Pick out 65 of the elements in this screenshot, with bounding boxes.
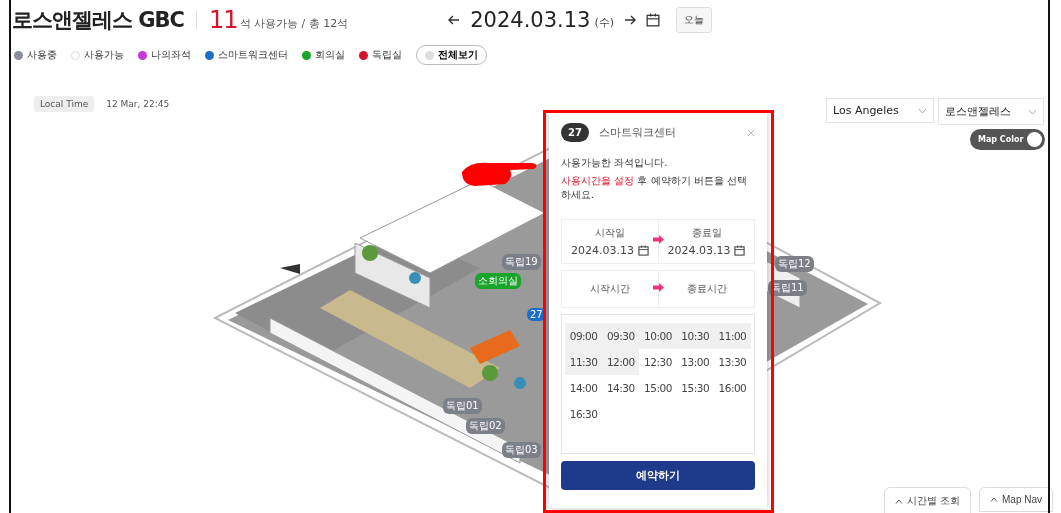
- end-date-label: 종료일: [691, 226, 722, 240]
- time-view-button[interactable]: 시간별 조회: [884, 487, 971, 513]
- local-time-label: Local Time: [34, 96, 95, 112]
- status-message: 사용가능한 좌석입니다.: [561, 156, 669, 170]
- branch-select[interactable]: 로스앤젤레스: [938, 98, 1044, 125]
- current-date: 2024.03.13: [470, 8, 591, 32]
- calendar-icon[interactable]: [638, 245, 649, 256]
- map-label[interactable]: 독립19: [502, 254, 541, 270]
- today-button[interactable]: 오늘: [676, 7, 713, 33]
- page-title: 로스앤젤레스 GBC: [12, 7, 184, 34]
- map-label[interactable]: 독립01: [443, 398, 482, 414]
- end-date[interactable]: 2024.03.13: [667, 244, 731, 257]
- legend-label: 사용가능: [84, 48, 124, 62]
- time-slot[interactable]: 16:30: [565, 401, 603, 427]
- next-arrow-icon[interactable]: [624, 15, 637, 25]
- seat-number: 27: [561, 123, 589, 142]
- pointing-hand-icon: [462, 162, 537, 186]
- legend-label: 독립실: [372, 48, 402, 62]
- time-slot[interactable]: 12:30: [639, 349, 677, 375]
- time-slot[interactable]: 10:00: [639, 323, 677, 349]
- seat-summary: 석 사용가능 / 총 12석: [239, 15, 349, 31]
- calendar-icon[interactable]: [646, 13, 661, 27]
- legend-label: 사용중: [27, 48, 57, 62]
- map-label[interactable]: 독립03: [502, 442, 541, 458]
- show-all-button[interactable]: 전체보기: [416, 45, 487, 65]
- map-label[interactable]: 독립11: [768, 280, 807, 296]
- weekday: (수): [594, 14, 615, 30]
- arrow-icon: [653, 235, 664, 244]
- seat-type: 스마트워크센터: [598, 125, 676, 140]
- caret-up-icon: [895, 498, 903, 504]
- city-select[interactable]: Los Angeles: [826, 98, 934, 123]
- time-slot[interactable]: 14:30: [602, 375, 640, 401]
- time-slot[interactable]: 09:30: [602, 323, 640, 349]
- map-nav-button[interactable]: Map Nav: [979, 487, 1053, 512]
- caret-up-icon: [990, 497, 998, 502]
- end-time-label[interactable]: 종료시간: [686, 282, 727, 296]
- start-date-label: 시작일: [595, 226, 625, 240]
- local-time-value: 12 Mar, 22:45: [106, 99, 170, 109]
- map-color-toggle[interactable]: Map Color: [970, 129, 1046, 150]
- time-slot[interactable]: 15:00: [639, 375, 677, 401]
- start-date[interactable]: 2024.03.13: [571, 244, 634, 257]
- previous-arrow-icon[interactable]: [448, 15, 461, 25]
- time-slot[interactable]: 12:00: [602, 349, 640, 375]
- time-slot[interactable]: 09:00: [565, 323, 603, 349]
- map-label[interactable]: 독립12: [775, 256, 814, 272]
- time-slot[interactable]: 16:00: [713, 375, 751, 401]
- time-slot[interactable]: 13:30: [713, 349, 751, 375]
- instruction-text: 사용시간을 설정 후 예약하기 버튼을 선택하세요.: [561, 174, 748, 201]
- arrow-icon: [653, 283, 664, 292]
- map-label[interactable]: 독립02: [466, 418, 505, 434]
- time-slot[interactable]: 13:00: [676, 349, 714, 375]
- legend-label: 회의실: [315, 48, 345, 62]
- time-slot[interactable]: 15:30: [676, 375, 714, 401]
- available-count: 11: [208, 6, 238, 34]
- time-slot[interactable]: 14:00: [565, 375, 603, 401]
- legend-label: 스마트워크센터: [218, 48, 288, 62]
- chevron-down-icon: [1028, 108, 1037, 115]
- time-slot[interactable]: 10:30: [676, 323, 714, 349]
- reserve-button[interactable]: 예약하기: [561, 461, 755, 490]
- time-slot[interactable]: 11:30: [565, 349, 603, 375]
- time-slot[interactable]: 11:00: [713, 323, 751, 349]
- chevron-down-icon: [918, 107, 927, 114]
- calendar-icon[interactable]: [734, 245, 746, 256]
- start-time-label[interactable]: 시작시간: [590, 282, 630, 296]
- legend-label: 나의좌석: [151, 48, 191, 62]
